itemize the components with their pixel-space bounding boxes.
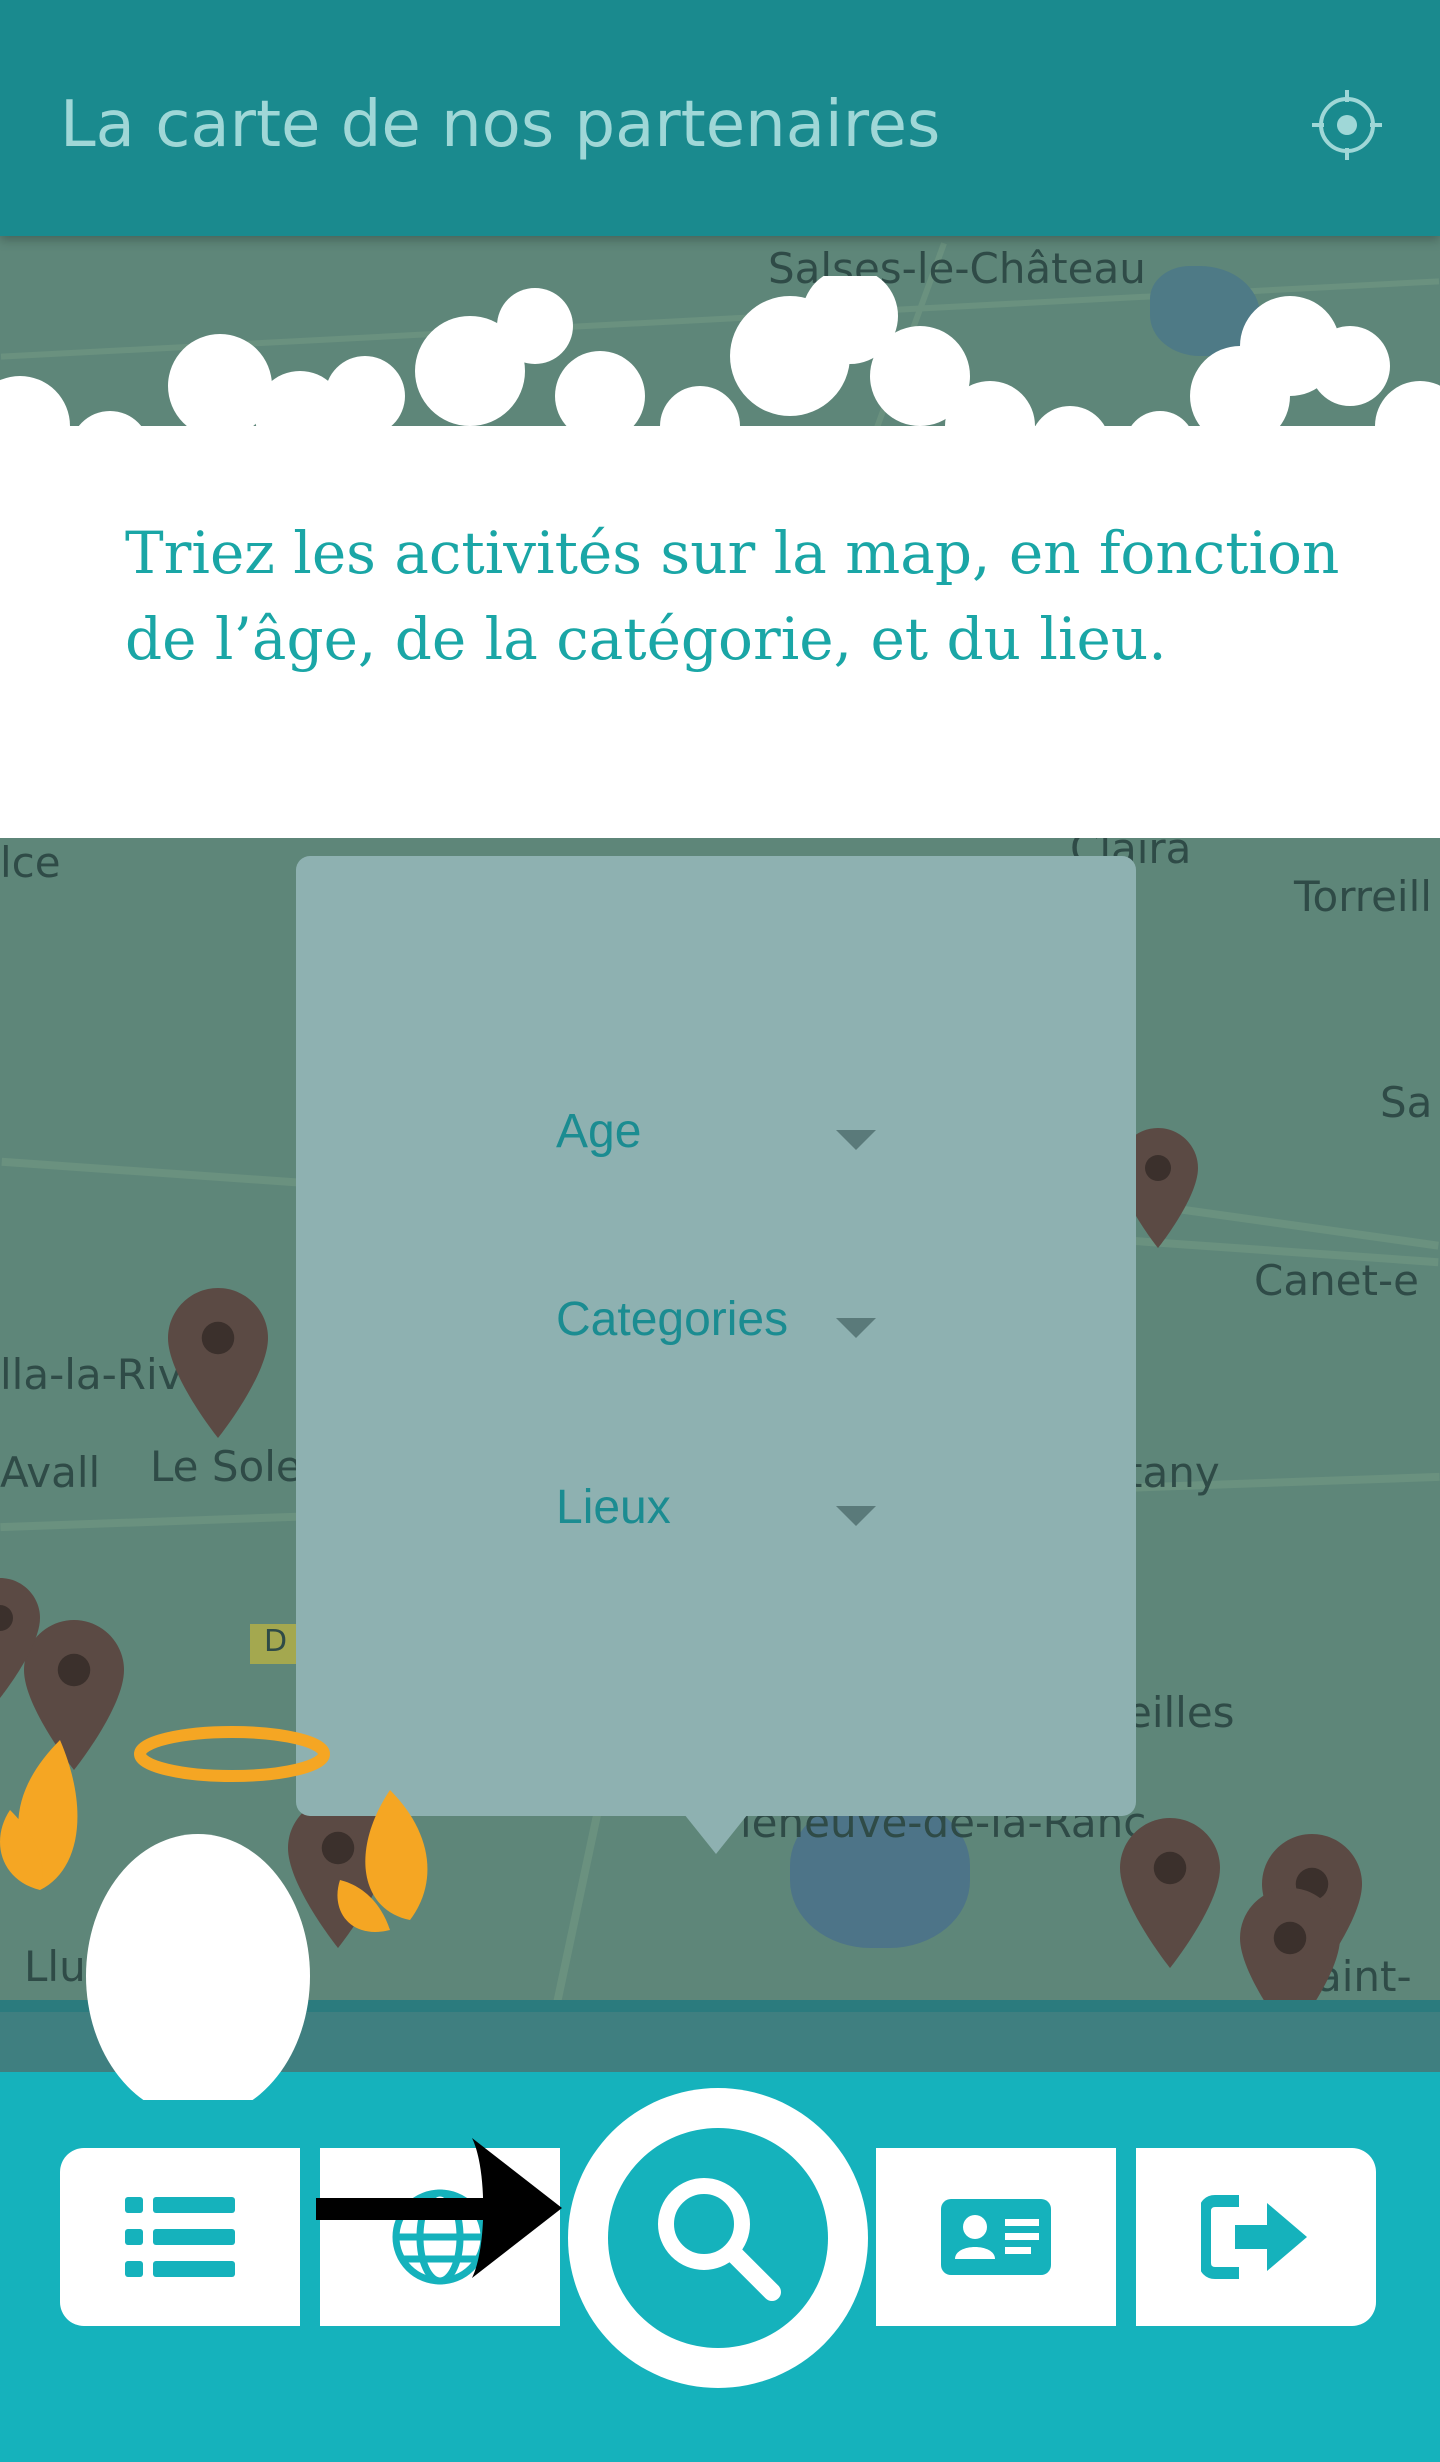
map-label: Avall	[0, 1448, 101, 1497]
page-title: La carte de nos partenaires	[60, 88, 941, 162]
nav-list-button[interactable]	[60, 2148, 300, 2326]
map-pin-icon[interactable]	[1240, 1888, 1340, 2000]
categories-dropdown[interactable]: Categories	[556, 1292, 916, 1372]
caret-down-icon	[836, 1318, 876, 1338]
app-header: La carte de nos partenaires	[0, 0, 1440, 236]
popup-pointer	[684, 1814, 748, 1854]
map-label: lla-la-Riv	[0, 1350, 183, 1399]
search-button-inner	[608, 2128, 828, 2348]
contact-card-icon	[941, 2199, 1051, 2275]
age-dropdown[interactable]: Age	[556, 1104, 916, 1184]
categories-dropdown-label: Categories	[556, 1293, 789, 1346]
search-icon	[658, 2178, 781, 2301]
tutorial-panel: Triez les activités sur la map, en fonct…	[0, 470, 1440, 838]
map-label: tany	[1126, 1448, 1220, 1497]
list-icon	[125, 2197, 235, 2277]
map-label: Torreill	[1294, 872, 1432, 921]
tutorial-arrow-icon	[316, 2138, 562, 2278]
map-pin-icon[interactable]	[1120, 1818, 1220, 1968]
map-pin-icon[interactable]	[0, 1578, 40, 1698]
nav-logout-button[interactable]	[1136, 2148, 1376, 2326]
logout-icon	[1201, 2195, 1307, 2279]
crosshair-locate-icon[interactable]	[1310, 88, 1384, 162]
map-label: eilles	[1126, 1688, 1235, 1737]
angel-egg-mascot-icon	[0, 1726, 428, 2100]
nav-search-button[interactable]	[568, 2088, 868, 2388]
clouds-decoration	[0, 276, 1440, 486]
map-label: Le Sole	[150, 1442, 302, 1491]
map-label: Sa	[1380, 1078, 1433, 1127]
lieux-dropdown[interactable]: Lieux	[556, 1480, 916, 1560]
age-dropdown-label: Age	[556, 1105, 642, 1158]
map-label: D	[264, 1624, 288, 1659]
caret-down-icon	[836, 1506, 876, 1526]
caret-down-icon	[836, 1130, 876, 1150]
nav-contact-button[interactable]	[876, 2148, 1116, 2326]
map-label: Canet-e	[1254, 1256, 1419, 1305]
map-pin-icon[interactable]	[168, 1288, 268, 1438]
filter-popup: Age Categories Lieux	[296, 856, 1136, 1816]
lieux-dropdown-label: Lieux	[556, 1481, 671, 1534]
map-label: lce	[0, 838, 61, 887]
tutorial-text: Triez les activités sur la map, en fonct…	[125, 519, 1340, 673]
